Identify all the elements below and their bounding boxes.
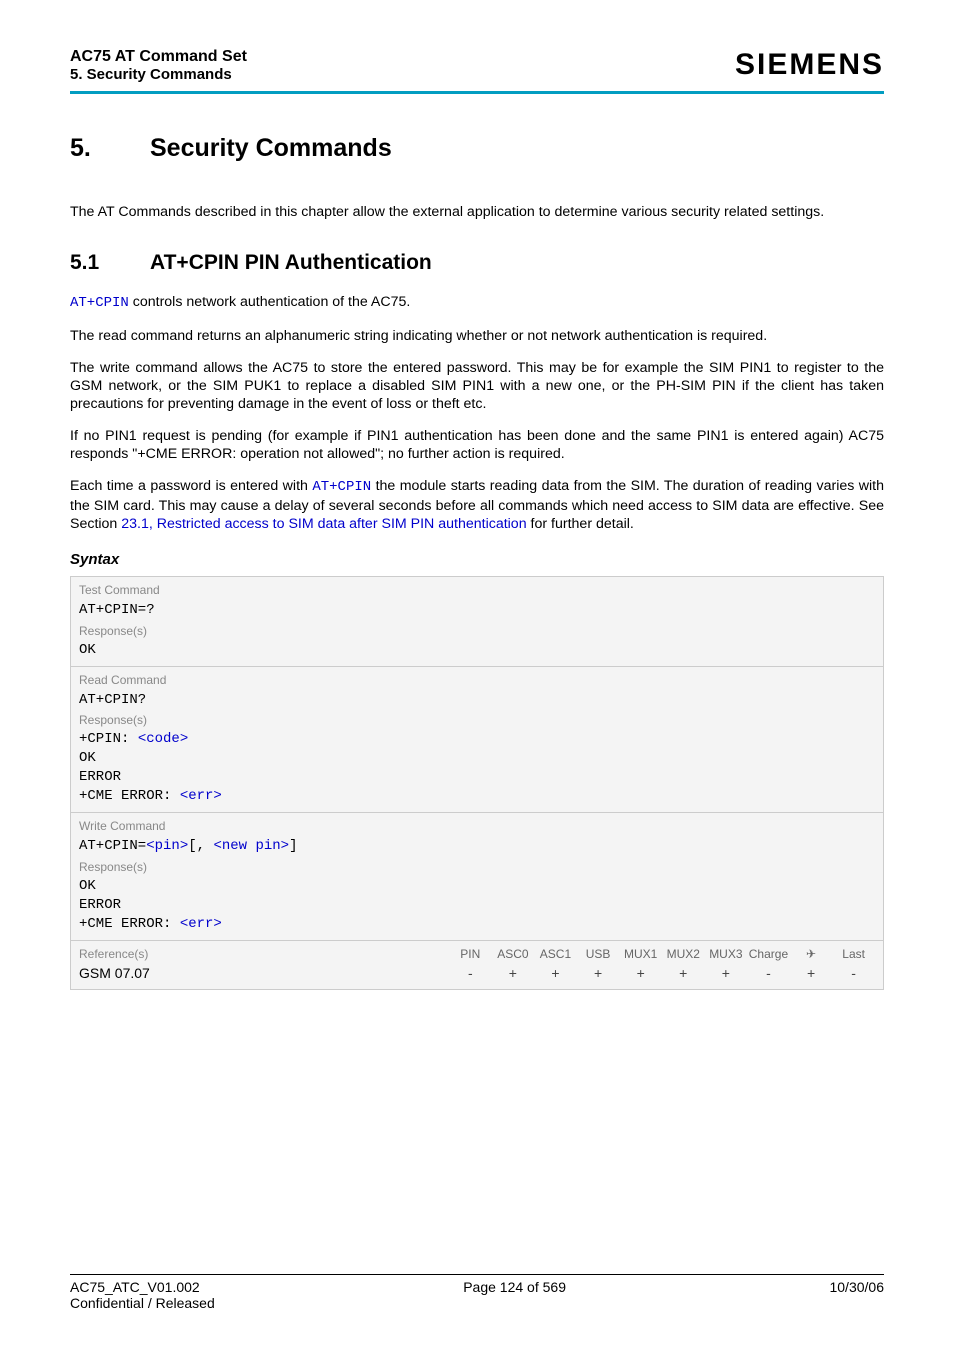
- read-response-label: Response(s): [79, 713, 875, 727]
- page-footer: AC75_ATC_V01.002 Page 124 of 569 10/30/0…: [70, 1274, 884, 1311]
- write-command-section: Write Command AT+CPIN=<pin>[, <new pin>]…: [71, 813, 883, 940]
- header-left: AC75 AT Command Set 5. Security Commands: [70, 48, 247, 83]
- footer-row-1: AC75_ATC_V01.002 Page 124 of 569 10/30/0…: [70, 1279, 884, 1295]
- section-heading: 5.1 AT+CPIN PIN Authentication: [70, 251, 884, 275]
- paragraph-5e: for further detail.: [527, 516, 634, 532]
- read-r1a: +CPIN:: [79, 731, 138, 747]
- footer-page-number: Page 124 of 569: [463, 1279, 566, 1295]
- write-response-line-1: OK: [79, 877, 875, 896]
- ref-col-pin: PIN: [449, 947, 492, 961]
- chapter-heading: 5. Security Commands: [70, 134, 884, 163]
- ref-val-last: -: [832, 965, 875, 981]
- footer-classification: Confidential / Released: [70, 1295, 884, 1311]
- read-command-section: Read Command AT+CPIN? Response(s) +CPIN:…: [71, 667, 883, 812]
- reference-label: Reference(s): [79, 947, 449, 961]
- paragraph-5a: Each time a password is entered with: [70, 478, 312, 494]
- test-command-cmd: AT+CPIN=?: [79, 601, 875, 620]
- ref-val-pin: -: [449, 965, 492, 981]
- ref-val-mux3: +: [705, 965, 748, 981]
- ref-val-asc0: +: [492, 965, 535, 981]
- atcpin-link[interactable]: AT+CPIN: [70, 295, 129, 311]
- test-command-label: Test Command: [79, 583, 875, 597]
- read-response-line-3: ERROR: [79, 768, 875, 787]
- paragraph-3: The write command allows the AC75 to sto…: [70, 359, 884, 413]
- read-command-cmd: AT+CPIN?: [79, 691, 875, 710]
- test-response-label: Response(s): [79, 624, 875, 638]
- ref-col-charge: Charge: [747, 947, 790, 961]
- paragraph-4: If no PIN1 request is pending (for examp…: [70, 427, 884, 463]
- page-header: AC75 AT Command Set 5. Security Commands…: [70, 48, 884, 83]
- ref-val-mux2: +: [662, 965, 705, 981]
- write-response-label: Response(s): [79, 860, 875, 874]
- read-response-line-2: OK: [79, 749, 875, 768]
- ref-col-mux1: MUX1: [619, 947, 662, 961]
- intro-paragraph: The AT Commands described in this chapte…: [70, 203, 884, 221]
- brand-logo: SIEMENS: [735, 48, 884, 82]
- section-23-1-link[interactable]: 23.1, Restricted access to SIM data afte…: [121, 516, 526, 532]
- read-response-line-1: +CPIN: <code>: [79, 730, 875, 749]
- pin-param-link[interactable]: <pin>: [146, 838, 188, 854]
- ref-val-charge: -: [747, 965, 790, 981]
- ref-col-mux3: MUX3: [705, 947, 748, 961]
- section-title: AT+CPIN PIN Authentication: [150, 251, 432, 275]
- ref-val-mux1: +: [619, 965, 662, 981]
- doc-title: AC75 AT Command Set: [70, 48, 247, 66]
- paragraph-2: The read command returns an alphanumeric…: [70, 327, 884, 345]
- reference-columns: PIN ASC0 ASC1 USB MUX1 MUX2 MUX3 Charge …: [449, 947, 875, 961]
- write-command-cmd: AT+CPIN=<pin>[, <new pin>]: [79, 837, 875, 856]
- chapter-number: 5.: [70, 134, 150, 163]
- write-command-label: Write Command: [79, 819, 875, 833]
- read-command-label: Read Command: [79, 673, 875, 687]
- ref-col-airplane-icon: ✈: [790, 947, 833, 961]
- write-response-line-3: +CME ERROR: <err>: [79, 915, 875, 934]
- paragraph-5: Each time a password is entered with AT+…: [70, 477, 884, 533]
- write-r3a: +CME ERROR:: [79, 916, 180, 932]
- code-param-link[interactable]: <code>: [138, 731, 188, 747]
- write-response-line-2: ERROR: [79, 896, 875, 915]
- footer-divider: [70, 1274, 884, 1275]
- reference-value-row: GSM 07.07 - + + + + + + - + -: [71, 963, 883, 989]
- atcpin-link-2[interactable]: AT+CPIN: [312, 479, 371, 495]
- paragraph-1: AT+CPIN controls network authentication …: [70, 293, 884, 313]
- read-r4a: +CME ERROR:: [79, 788, 180, 804]
- chapter-title: Security Commands: [150, 134, 392, 163]
- ref-col-usb: USB: [577, 947, 620, 961]
- reference-header-row: Reference(s) PIN ASC0 ASC1 USB MUX1 MUX2…: [71, 941, 883, 963]
- write-c1: AT+CPIN=: [79, 838, 146, 854]
- syntax-heading: Syntax: [70, 551, 884, 568]
- write-c3: [,: [188, 838, 213, 854]
- test-response-value: OK: [79, 641, 875, 660]
- ref-val-usb: +: [577, 965, 620, 981]
- ref-col-asc0: ASC0: [492, 947, 535, 961]
- ref-val-asc1: +: [534, 965, 577, 981]
- newpin-param-link[interactable]: <new pin>: [213, 838, 289, 854]
- test-command-section: Test Command AT+CPIN=? Response(s) OK: [71, 577, 883, 666]
- doc-section: 5. Security Commands: [70, 66, 247, 83]
- reference-value: GSM 07.07: [79, 965, 449, 981]
- ref-val-airplane: +: [790, 965, 833, 981]
- ref-col-last: Last: [832, 947, 875, 961]
- err-param-link[interactable]: <err>: [180, 788, 222, 804]
- reference-values: - + + + + + + - + -: [449, 965, 875, 981]
- ref-col-asc1: ASC1: [534, 947, 577, 961]
- footer-doc-version: AC75_ATC_V01.002: [70, 1279, 200, 1295]
- ref-col-mux2: MUX2: [662, 947, 705, 961]
- err-param-link-2[interactable]: <err>: [180, 916, 222, 932]
- syntax-block: Test Command AT+CPIN=? Response(s) OK Re…: [70, 576, 884, 990]
- footer-date: 10/30/06: [829, 1279, 884, 1295]
- paragraph-1-text: controls network authentication of the A…: [129, 294, 411, 310]
- header-divider: [70, 91, 884, 94]
- read-response-line-4: +CME ERROR: <err>: [79, 787, 875, 806]
- section-number: 5.1: [70, 251, 150, 275]
- write-c5: ]: [289, 838, 297, 854]
